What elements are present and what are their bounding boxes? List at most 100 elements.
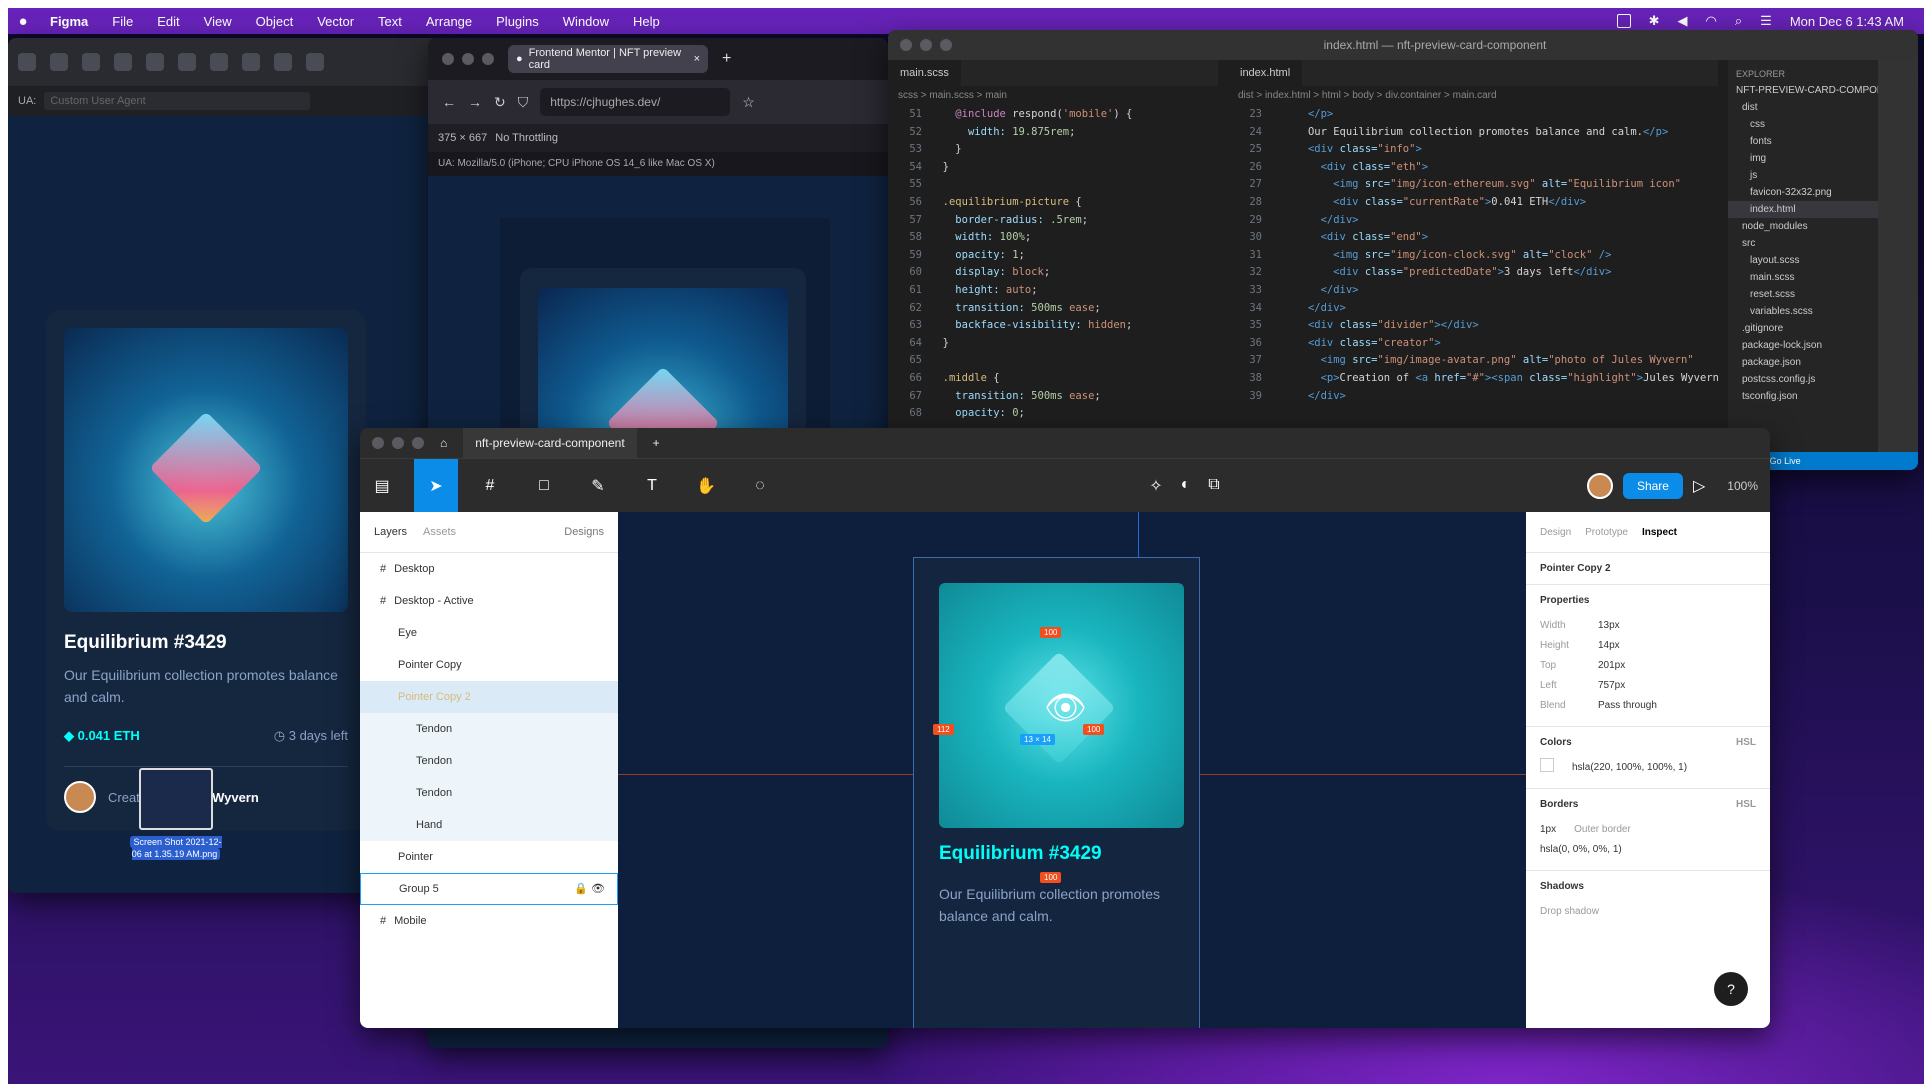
prop-row[interactable]: Top 201px [1540, 656, 1756, 676]
explorer-item[interactable]: node_modules [1728, 218, 1878, 235]
tab-design[interactable]: Design [1540, 527, 1571, 538]
component-icon[interactable]: ✧ [1149, 476, 1162, 496]
layer-row[interactable]: Eye [360, 617, 618, 649]
explorer-item[interactable]: js [1728, 167, 1878, 184]
grid-icon[interactable] [242, 53, 260, 71]
figma-canvas[interactable]: 👁 Equilibrium #3429 Our Equilibrium coll… [618, 512, 1526, 1028]
frame-tool-icon[interactable]: # [468, 459, 512, 513]
pen-tool-icon[interactable]: ✎ [576, 459, 620, 513]
layer-row[interactable]: Tendon [360, 777, 618, 809]
record-icon[interactable] [178, 53, 196, 71]
explorer-item[interactable]: variables.scss [1728, 303, 1878, 320]
menu-text[interactable]: Text [378, 14, 402, 29]
explorer-item[interactable]: package.json [1728, 354, 1878, 371]
lock-eye-icons[interactable]: 🔒 👁 [574, 873, 605, 905]
share-button[interactable]: Share [1622, 473, 1683, 499]
back-icon[interactable]: ← [442, 94, 456, 110]
frame-card-title[interactable]: Equilibrium #3429 [939, 843, 1102, 865]
explorer-item[interactable]: css [1728, 116, 1878, 133]
menu-arrange[interactable]: Arrange [426, 14, 472, 29]
zoom-button[interactable] [482, 53, 494, 65]
layer-row[interactable]: # Desktop [360, 553, 618, 585]
comment-tool-icon[interactable]: ◌ [738, 459, 782, 513]
layer-row[interactable]: Hand [360, 809, 618, 841]
reload-icon[interactable]: ↻ [494, 94, 506, 111]
menu-help[interactable]: Help [633, 14, 660, 29]
home-icon[interactable]: ⌂ [440, 436, 447, 450]
vscode-minimize-button[interactable] [920, 39, 932, 51]
shield-icon[interactable]: ⛉ [518, 94, 529, 111]
explorer-item[interactable]: .gitignore [1728, 320, 1878, 337]
new-tab-icon[interactable]: + [722, 50, 731, 68]
page-select[interactable]: Designs [564, 526, 604, 538]
vscode-close-button[interactable] [900, 39, 912, 51]
search-icon[interactable]: ⌕ [1735, 13, 1742, 29]
figma-zoom-button[interactable] [412, 437, 424, 449]
tab-prototype[interactable]: Prototype [1585, 527, 1628, 538]
explorer-item[interactable]: favicon-32x32.png [1728, 184, 1878, 201]
bookmark-icon[interactable]: ☆ [742, 94, 755, 111]
menu-object[interactable]: Object [256, 14, 294, 29]
main-menu-icon[interactable]: ▤ [360, 459, 404, 513]
device-dims[interactable]: 375 × 667 [438, 132, 487, 144]
explorer-item[interactable]: reset.scss [1728, 286, 1878, 303]
vscode-zoom-button[interactable] [940, 39, 952, 51]
card-title[interactable]: Equilibrium #3429 [64, 632, 348, 654]
boolean-icon[interactable]: ⧉ [1208, 476, 1219, 496]
explorer-item[interactable]: dist [1728, 99, 1878, 116]
screen-icon[interactable] [1616, 14, 1631, 28]
close-tab-icon[interactable]: × [694, 53, 700, 65]
prop-row[interactable]: Left 757px [1540, 676, 1756, 696]
explorer-item[interactable]: package-lock.json [1728, 337, 1878, 354]
explorer-item[interactable]: main.scss [1728, 269, 1878, 286]
control-center-icon[interactable]: ☰ [1760, 13, 1772, 29]
volume-icon[interactable]: ◀ [1678, 13, 1688, 29]
menu-window[interactable]: Window [563, 14, 609, 29]
frame-image[interactable]: 👁 [939, 583, 1184, 828]
layer-row[interactable]: # Desktop - Active [360, 585, 618, 617]
tab-layers[interactable]: Layers [374, 526, 407, 538]
explorer-item[interactable]: tsconfig.json [1728, 388, 1878, 405]
device-icon[interactable] [306, 53, 324, 71]
zoom-select[interactable]: 100% [1727, 479, 1758, 493]
explorer-item[interactable]: postcss.config.js [1728, 371, 1878, 388]
plus-icon[interactable] [114, 53, 132, 71]
prop-row[interactable]: Blend Pass through [1540, 696, 1756, 716]
wifi-icon[interactable]: ◠ [1706, 13, 1717, 29]
desktop-file-icon[interactable]: Screen Shot 2021-12-06 at 1.35.19 AM.png [126, 768, 226, 860]
url-bar[interactable]: https://cjhughes.dev/ [540, 88, 731, 116]
bluetooth-icon[interactable]: ✱ [1649, 13, 1660, 29]
clock[interactable]: Mon Dec 6 1:43 AM [1790, 14, 1904, 29]
tab-main-scss[interactable]: main.scss [888, 60, 961, 86]
color-row[interactable]: hsla(220, 100%, 100%, 1) [1540, 758, 1756, 778]
info-icon[interactable] [210, 53, 228, 71]
tab-index-html[interactable]: index.html [1228, 60, 1303, 86]
hand-tool-icon[interactable]: ✋ [684, 459, 728, 513]
help-button[interactable]: ? [1714, 972, 1748, 1006]
layer-row[interactable]: Pointer [360, 841, 618, 873]
layer-row[interactable]: Tendon [360, 713, 618, 745]
menu-file[interactable]: File [112, 14, 133, 29]
present-icon[interactable]: ▷ [1693, 476, 1705, 496]
user-avatar[interactable] [1586, 473, 1613, 499]
text-tool-icon[interactable]: T [630, 459, 674, 513]
throttle-select[interactable]: No Throttling [495, 132, 558, 144]
explorer-item[interactable]: layout.scss [1728, 252, 1878, 269]
shape-tool-icon[interactable]: □ [522, 459, 566, 513]
border-row[interactable]: 1px Outer border [1540, 820, 1756, 840]
explorer-root[interactable]: NFT-PREVIEW-CARD-COMPONENT [1728, 82, 1878, 99]
figma-file-tab[interactable]: nft-preview-card-component [463, 428, 637, 458]
border-color-row[interactable]: hsla(0, 0%, 0%, 1) [1540, 840, 1756, 860]
minimize-button[interactable] [462, 53, 474, 65]
settings-icon[interactable] [146, 53, 164, 71]
figma-close-button[interactable] [372, 437, 384, 449]
layer-row[interactable]: Tendon [360, 745, 618, 777]
mask-icon[interactable]: ◐ [1181, 476, 1191, 496]
menu-vector[interactable]: Vector [317, 14, 354, 29]
borders-mode[interactable]: HSL [1736, 799, 1756, 810]
menu-view[interactable]: View [204, 14, 232, 29]
prop-row[interactable]: Height 14px [1540, 636, 1756, 656]
menu-app[interactable]: Figma [50, 14, 88, 29]
ua-input[interactable]: Custom User Agent [44, 92, 311, 110]
move-tool-icon[interactable]: ➤ [414, 459, 458, 513]
